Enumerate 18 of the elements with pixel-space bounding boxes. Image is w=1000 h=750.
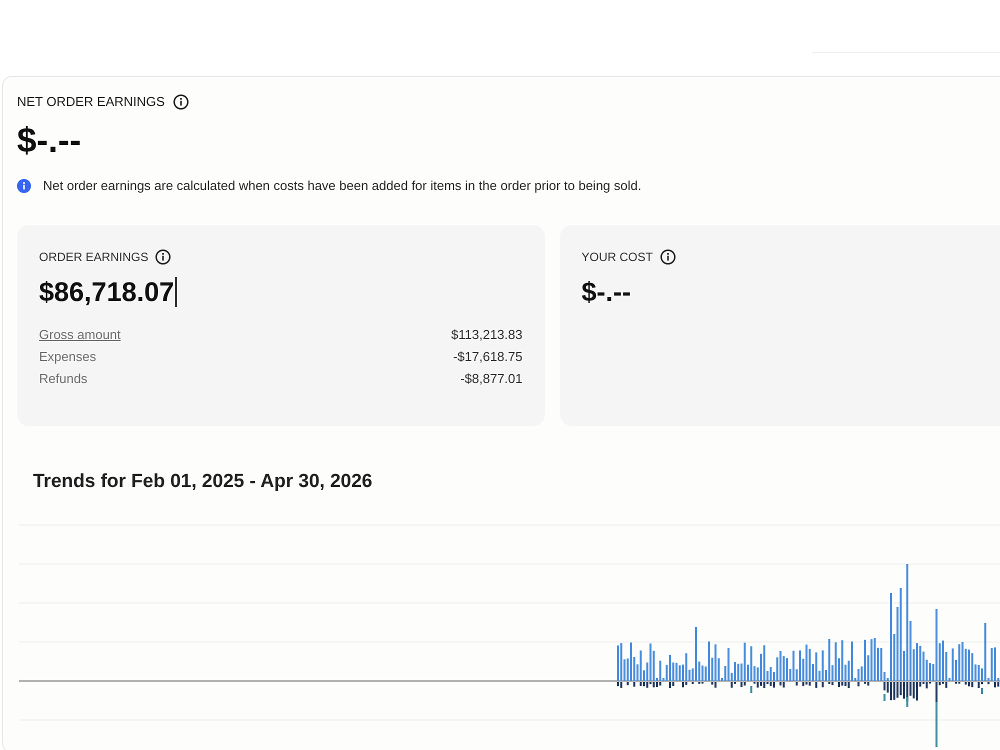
info-icon[interactable] (155, 249, 172, 265)
breakdown-label: Expenses (39, 349, 96, 365)
breakdown-label: Refunds (39, 371, 88, 387)
card-title: YOUR COST (582, 249, 653, 265)
chart-title: Trends for Feb 01, 2025 - Apr 30, 2026 (33, 471, 372, 493)
card-amount: $-.-- (582, 276, 631, 308)
breakdown-value: $113,213.83 (451, 327, 522, 343)
info-icon[interactable] (660, 249, 676, 265)
card-amount: $86,718.07 (39, 276, 174, 308)
breakdown-link[interactable]: Gross amount (39, 327, 121, 343)
info-icon (17, 179, 31, 193)
card-title: ORDER EARNINGS (39, 249, 148, 265)
net-earnings-amount: $-.-- (17, 121, 82, 161)
notice-text: Net order earnings are calculated when costs have been added for items in the order prior to being sold. (43, 178, 642, 194)
breakdown-value: -$17,618.75 (453, 349, 522, 365)
section-title: NET ORDER EARNINGS (17, 94, 165, 110)
breakdown-value: -$8,877.01 (460, 371, 522, 387)
info-icon[interactable] (172, 94, 189, 110)
